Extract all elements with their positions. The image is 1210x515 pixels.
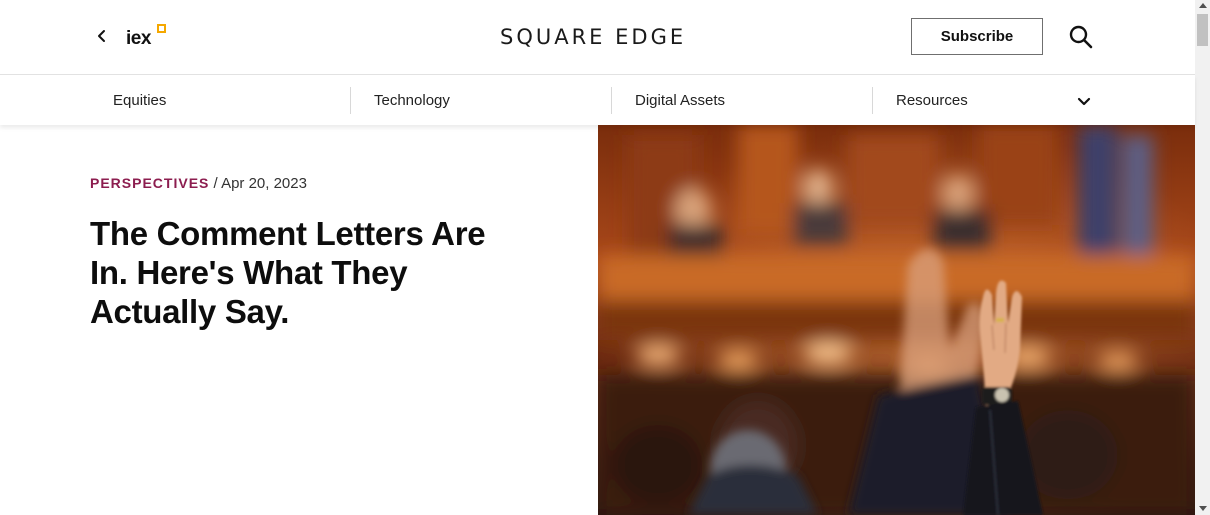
chevron-left-icon: [98, 30, 105, 42]
search-button[interactable]: [1068, 24, 1094, 50]
scroll-down-arrow-icon[interactable]: [1199, 506, 1207, 511]
nav-divider: [611, 87, 612, 114]
nav-more-toggle[interactable]: [1075, 92, 1093, 110]
nav-item-equities[interactable]: Equities: [113, 75, 166, 125]
nav-divider: [872, 87, 873, 114]
article-category-link[interactable]: PERSPECTIVES: [90, 175, 209, 191]
article-hero-image: [598, 125, 1195, 515]
article-date: Apr 20, 2023: [221, 175, 307, 192]
nav-divider: [350, 87, 351, 114]
article-meta: PERSPECTIVES / Apr 20, 2023: [90, 175, 307, 192]
category-nav: Equities Technology Digital Assets Resou…: [0, 75, 1195, 125]
nav-item-resources[interactable]: Resources: [896, 75, 968, 125]
iex-logo[interactable]: iex: [126, 24, 170, 50]
scroll-up-arrow-icon[interactable]: [1199, 3, 1207, 8]
page-scrollbar[interactable]: [1195, 0, 1210, 515]
meta-separator: /: [213, 175, 222, 192]
nav-item-technology[interactable]: Technology: [374, 75, 450, 125]
site-header: iex SQUARE EDGE Subscribe: [0, 0, 1195, 75]
article-title: The Comment Letters Are In. Here's What …: [90, 215, 486, 330]
chevron-down-icon: [1077, 97, 1091, 106]
scrollbar-thumb[interactable]: [1197, 14, 1208, 46]
back-button[interactable]: [92, 26, 112, 46]
site-brand-title[interactable]: SQUARE EDGE: [500, 25, 696, 51]
search-icon: [1069, 25, 1093, 49]
nav-item-digital-assets[interactable]: Digital Assets: [635, 75, 725, 125]
logo-mark-icon: [157, 24, 166, 33]
subscribe-button[interactable]: Subscribe: [911, 18, 1043, 55]
logo-text: iex: [126, 28, 151, 49]
